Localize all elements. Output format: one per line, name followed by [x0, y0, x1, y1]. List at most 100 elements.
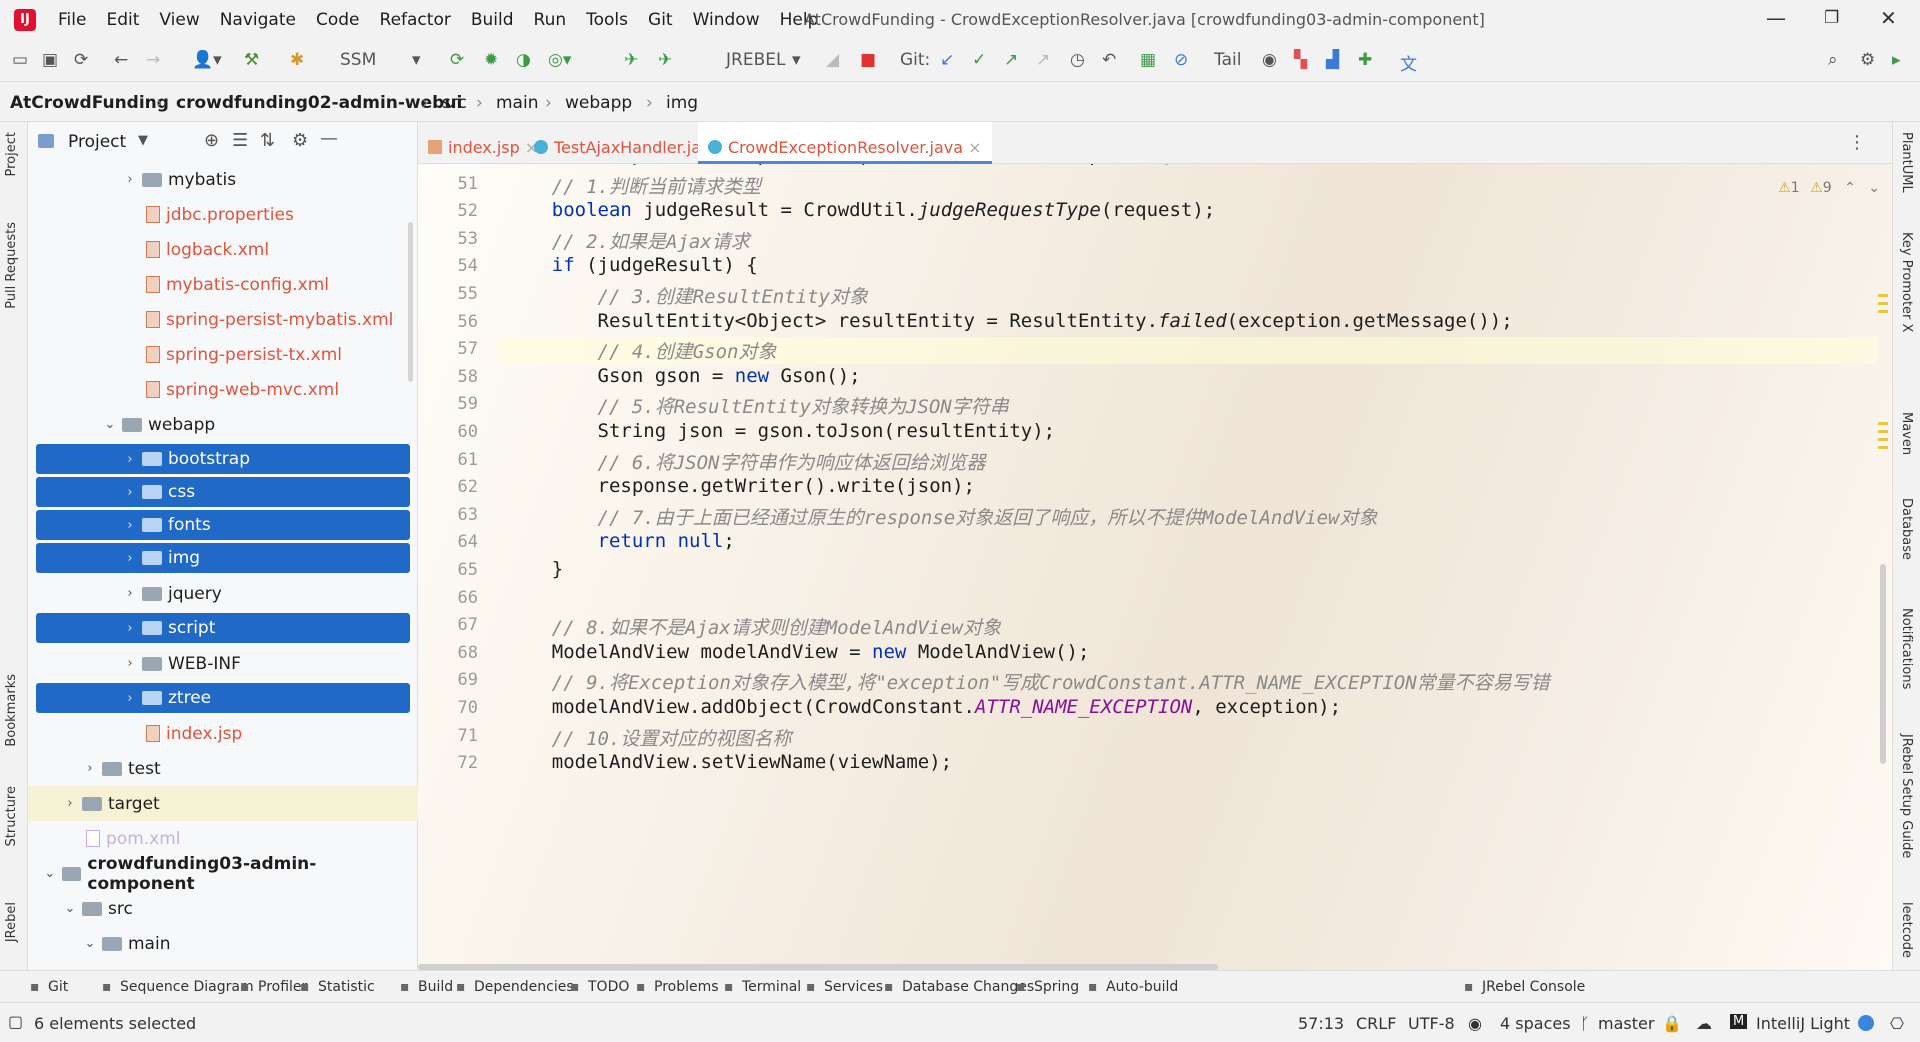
git-branch[interactable]: master — [1598, 1014, 1654, 1033]
warning-marker[interactable] — [1878, 438, 1888, 441]
code-line[interactable]: if (judgeResult) { — [506, 254, 758, 276]
next-highlight-icon[interactable]: ⌄ — [1868, 180, 1880, 196]
code-line[interactable]: // 6.将JSON字符串作为响应体返回给浏览器 — [506, 448, 986, 475]
menu-item-run[interactable]: Run — [534, 10, 567, 30]
menu-item-view[interactable]: View — [159, 10, 199, 30]
search-everywhere-icon[interactable]: ◉ — [1262, 50, 1277, 70]
git-pull-icon[interactable]: ↗ — [1036, 50, 1050, 70]
close-tab-icon[interactable]: × — [968, 138, 981, 157]
breadcrumb-item[interactable]: webapp — [565, 93, 632, 113]
tree-item[interactable]: › fonts — [36, 510, 410, 540]
minimize-button[interactable]: — — [1766, 6, 1786, 30]
user-icon[interactable]: 👤▾ — [192, 50, 222, 70]
git-commit-icon[interactable]: ✓ — [972, 50, 986, 70]
hide-panel-icon[interactable]: — — [320, 128, 338, 149]
tail-button[interactable]: Tail — [1214, 50, 1241, 70]
open-icon[interactable]: ▭ — [12, 50, 28, 70]
coverage-icon[interactable]: ◑ — [516, 50, 531, 70]
git-update-icon[interactable]: ↙ — [940, 50, 954, 70]
structure-icon[interactable]: ▟ — [1326, 50, 1339, 70]
jrebel-run-icon[interactable]: ✈ — [624, 50, 638, 70]
warning-marker[interactable] — [1878, 422, 1888, 425]
tool-window-jrebel-console[interactable]: JRebel Console — [1482, 979, 1585, 995]
expand-arrow-icon[interactable]: › — [122, 621, 138, 636]
file-encoding[interactable]: UTF-8 — [1408, 1014, 1455, 1033]
forward-icon[interactable]: → — [146, 50, 160, 70]
code-line[interactable]: // 5.将ResultEntity对象转换为JSON字符串 — [506, 392, 1009, 419]
leetcode-tool-tab[interactable]: leetcode — [1899, 902, 1914, 958]
expand-arrow-icon[interactable]: › — [122, 452, 138, 467]
tree-item[interactable]: spring-web-mvc.xml — [28, 372, 418, 407]
editor-vertical-scrollbar[interactable] — [1880, 564, 1886, 764]
git-push-icon[interactable]: ↗ — [1004, 50, 1018, 70]
menu-item-tools[interactable]: Tools — [586, 10, 628, 30]
panel-toggle-icon[interactable]: ▢ — [8, 1012, 23, 1031]
code-line[interactable]: // 1.判断当前请求类型 — [506, 172, 761, 199]
debug-icon[interactable]: ✹ — [484, 50, 498, 70]
warning-marker[interactable] — [1878, 294, 1888, 297]
warning-marker[interactable] — [1878, 446, 1888, 449]
chart-icon[interactable]: ▦ — [1140, 50, 1156, 70]
expand-arrow-icon[interactable]: ⌄ — [102, 417, 118, 432]
tree-item[interactable]: mybatis-config.xml — [28, 267, 418, 302]
tool-window-git[interactable]: Git — [48, 979, 68, 995]
jrebel-debug-icon[interactable]: ✈ — [658, 50, 672, 70]
collapse-all-icon[interactable]: ⇅ — [260, 130, 275, 151]
previous-highlight-icon[interactable]: ⌃ — [1844, 180, 1856, 196]
code-line[interactable]: response.getWriter().write(json); — [506, 475, 976, 497]
expand-arrow-icon[interactable]: › — [122, 172, 138, 187]
code-line[interactable]: modelAndView.addObject(CrowdConstant.ATT… — [506, 696, 1341, 718]
disable-icon[interactable]: ⊘ — [1174, 50, 1188, 70]
project-tool-tab[interactable]: Project — [4, 132, 19, 176]
jrebel-icon[interactable]: ▸ — [1892, 50, 1901, 70]
close-button[interactable]: ✕ — [1880, 6, 1897, 30]
structure-tool-tab[interactable]: Structure — [4, 786, 19, 846]
menu-item-refactor[interactable]: Refactor — [380, 10, 451, 30]
jrebel-select[interactable]: JREBEL — [726, 50, 785, 70]
tool-window-sequence-diagram[interactable]: Sequence Diagram — [120, 979, 254, 995]
project-panel-title[interactable]: Project — [68, 132, 126, 152]
menu-item-git[interactable]: Git — [648, 10, 673, 30]
tree-item[interactable]: ⌄ webapp — [28, 407, 418, 442]
tree-item[interactable]: spring-persist-mybatis.xml — [28, 302, 418, 337]
tree-item[interactable]: › css — [36, 477, 410, 507]
tree-item[interactable]: ⌄ src — [28, 891, 418, 926]
expand-arrow-icon[interactable]: ⌄ — [42, 866, 58, 881]
menu-item-navigate[interactable]: Navigate — [220, 10, 296, 30]
code-editor[interactable]: 50 51 52 53 54 55 56 57 58 59 60 61 62 63 64 65 66 67 68 69… — [418, 164, 1892, 970]
breadcrumb-item[interactable]: AtCrowdFunding — [10, 93, 169, 113]
tree-item[interactable]: › jquery — [28, 576, 418, 611]
tree-item[interactable]: index.jsp — [28, 716, 418, 751]
expand-all-icon[interactable]: ☰ — [232, 130, 248, 151]
code-line[interactable]: HttpServletResponse response) throws IOE… — [506, 164, 1170, 166]
tool-window-services[interactable]: Services — [824, 979, 883, 995]
code-line[interactable]: boolean judgeResult = CrowdUtil.judgeReq… — [506, 199, 1215, 221]
menu-item-edit[interactable]: Edit — [106, 10, 139, 30]
profile-avatar[interactable] — [1858, 1015, 1874, 1031]
tree-item[interactable]: › WEB-INF — [28, 646, 418, 681]
tree-item[interactable]: › img — [36, 543, 410, 573]
code-line[interactable]: ResultEntity<Object> resultEntity = Resu… — [506, 310, 1513, 332]
jrebel-tool-tab[interactable]: JRebel — [4, 902, 19, 942]
tree-item[interactable]: › bootstrap — [36, 444, 410, 474]
history-icon[interactable]: ◷ — [1070, 50, 1085, 70]
tree-item[interactable]: logback.xml — [28, 232, 418, 267]
tool-window-dependencies[interactable]: Dependencies — [474, 979, 574, 995]
expand-arrow-icon[interactable]: › — [62, 796, 78, 811]
build-hammer-icon[interactable]: ⚒ — [244, 50, 259, 70]
tree-item[interactable]: › mybatis — [28, 162, 418, 197]
settings-gear-icon[interactable]: ⚙ — [1860, 50, 1875, 70]
tree-item[interactable]: spring-persist-tx.xml — [28, 337, 418, 372]
warning-marker[interactable] — [1878, 430, 1888, 433]
line-separator[interactable]: CRLF — [1356, 1014, 1396, 1033]
tool-window-todo[interactable]: TODO — [588, 979, 629, 995]
chevron-down-icon[interactable]: ▼ — [138, 133, 148, 148]
key-promoter-tool-tab[interactable]: Key Promoter X — [1899, 232, 1914, 332]
attach-icon[interactable]: ◢ — [826, 50, 839, 70]
tree-item[interactable]: › ztree — [36, 683, 410, 713]
readonly-eye-icon[interactable]: ◉ — [1468, 1014, 1482, 1033]
memory-icon[interactable]: ⎔ — [1890, 1014, 1904, 1033]
stop-icon[interactable]: ■ — [860, 50, 876, 70]
rerun-icon[interactable]: ⟳ — [450, 50, 464, 70]
expand-arrow-icon[interactable]: ⌄ — [62, 901, 78, 916]
